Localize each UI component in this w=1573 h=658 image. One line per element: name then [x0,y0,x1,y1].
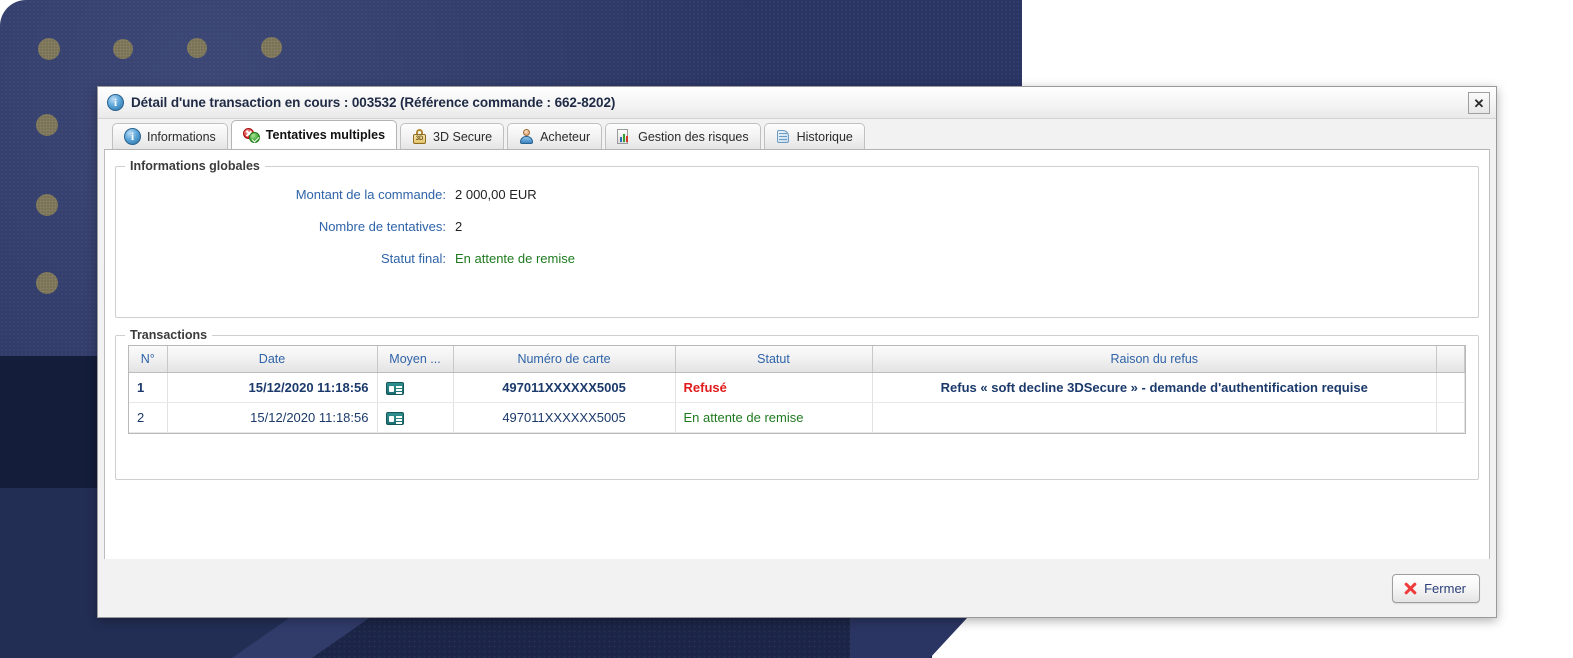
status-badge: Refusé [683,380,727,395]
cell-date: 15/12/2020 11:18:56 [167,402,378,433]
value-nombre-tentatives: 2 [455,219,463,234]
decorative-dot [261,37,282,58]
decorative-dot [36,114,58,136]
decorative-dot [36,194,58,216]
transactions-table: N° Date Moyen ... Numéro de carte Statut… [129,346,1465,433]
cell-card: 497011XXXXXX5005 [453,402,676,433]
table-header-row: N° Date Moyen ... Numéro de carte Statut… [129,346,1465,373]
fermer-button-label: Fermer [1424,580,1466,596]
tab-acheteur[interactable]: Acheteur [507,123,603,149]
dialog-footer: Fermer [98,559,1496,617]
dialog-title: Détail d'une transaction en cours : 0035… [131,95,616,110]
multi-attempt-icon [242,127,260,143]
dialog-titlebar: i Détail d'une transaction en cours : 00… [98,87,1496,119]
cell-spacer [1436,372,1465,403]
col-moyen[interactable]: Moyen ... [377,346,454,373]
label-statut-final: Statut final: [380,251,446,266]
global-info-group: Informations globales Montant de la comm… [115,159,1479,318]
value-montant: 2 000,00 EUR [455,187,537,202]
credit-card-icon [385,412,404,426]
col-date[interactable]: Date [167,346,378,373]
lock-3d-icon: 3D [412,129,427,144]
cell-reason [872,402,1437,433]
cell-num: 2 [129,402,168,433]
tab-content-panel: Informations globales Montant de la comm… [104,149,1490,579]
tab-label: Historique [796,129,853,144]
tab-label: Informations [147,129,216,144]
cell-reason: Refus « soft decline 3DSecure » - demand… [872,372,1437,403]
refusal-reason-text: Refus « soft decline 3DSecure » - demand… [940,380,1368,395]
info-row-amount: Montant de la commande: 2 000,00 EUR [116,187,1478,202]
table-row[interactable]: 2 15/12/2020 11:18:56 497011XXXXXX5005 E… [129,402,1465,433]
decorative-dot [36,272,58,294]
info-row-final-status: Statut final: En attente de remise [116,251,1478,266]
col-card[interactable]: Numéro de carte [453,346,676,373]
cell-moyen [377,402,454,433]
transactions-table-wrap: N° Date Moyen ... Numéro de carte Statut… [128,345,1466,434]
col-num[interactable]: N° [129,346,168,373]
tab-historique[interactable]: Historique [763,123,865,149]
label-nombre-tentatives: Nombre de tentatives: [318,219,446,234]
global-info-legend: Informations globales [130,159,260,173]
decorative-dot [38,38,60,60]
tab-label: 3D Secure [433,129,493,144]
credit-card-icon [385,382,404,396]
cell-num: 1 [129,372,168,403]
info-row-attempts: Nombre de tentatives: 2 [116,219,1478,234]
status-badge: En attente de remise [683,410,804,425]
decorative-dot [113,39,133,59]
col-statut[interactable]: Statut [675,346,873,373]
tab-3d-secure[interactable]: 3D 3D Secure [400,123,505,149]
user-icon [519,129,534,144]
close-icon[interactable]: ✕ [1468,92,1490,114]
col-spacer [1436,346,1465,373]
transactions-group: Transactions N° Date Moyen ... Numéro de… [115,328,1479,480]
tab-gestion-des-risques[interactable]: Gestion des risques [605,123,761,149]
cell-statut: En attente de remise [675,402,873,433]
transaction-detail-dialog: i Détail d'une transaction en cours : 00… [97,86,1497,618]
cell-moyen [377,372,454,403]
value-statut-final: En attente de remise [455,251,575,266]
cell-statut: Refusé [675,372,873,403]
col-reason[interactable]: Raison du refus [872,346,1437,373]
scroll-icon [776,129,791,144]
table-row[interactable]: 1 15/12/2020 11:18:56 497011XXXXXX5005 R… [129,372,1465,403]
fermer-button[interactable]: Fermer [1392,573,1480,603]
tab-label: Tentatives multiples [265,128,386,142]
tab-tentatives-multiples[interactable]: Tentatives multiples [230,120,398,149]
transactions-legend: Transactions [130,328,208,342]
close-glyph: ✕ [1473,95,1485,111]
label-montant: Montant de la commande: [295,187,446,202]
cell-date: 15/12/2020 11:18:56 [167,372,378,403]
info-icon: i [124,128,141,145]
info-icon: i [107,94,124,111]
red-x-icon [1404,582,1417,595]
global-info-rows: Montant de la commande: 2 000,00 EUR Nom… [116,173,1478,266]
tab-label: Gestion des risques [638,129,749,144]
tab-informations[interactable]: i Informations [112,123,228,149]
tab-bar: i Informations Tentatives multiples 3D 3… [98,119,1496,149]
tab-label: Acheteur [540,129,591,144]
decorative-dot [187,38,207,58]
risk-chart-icon [617,129,632,144]
cell-card: 497011XXXXXX5005 [453,372,676,403]
cell-spacer [1436,402,1465,433]
desktop-background: i Détail d'une transaction en cours : 00… [0,0,1573,658]
